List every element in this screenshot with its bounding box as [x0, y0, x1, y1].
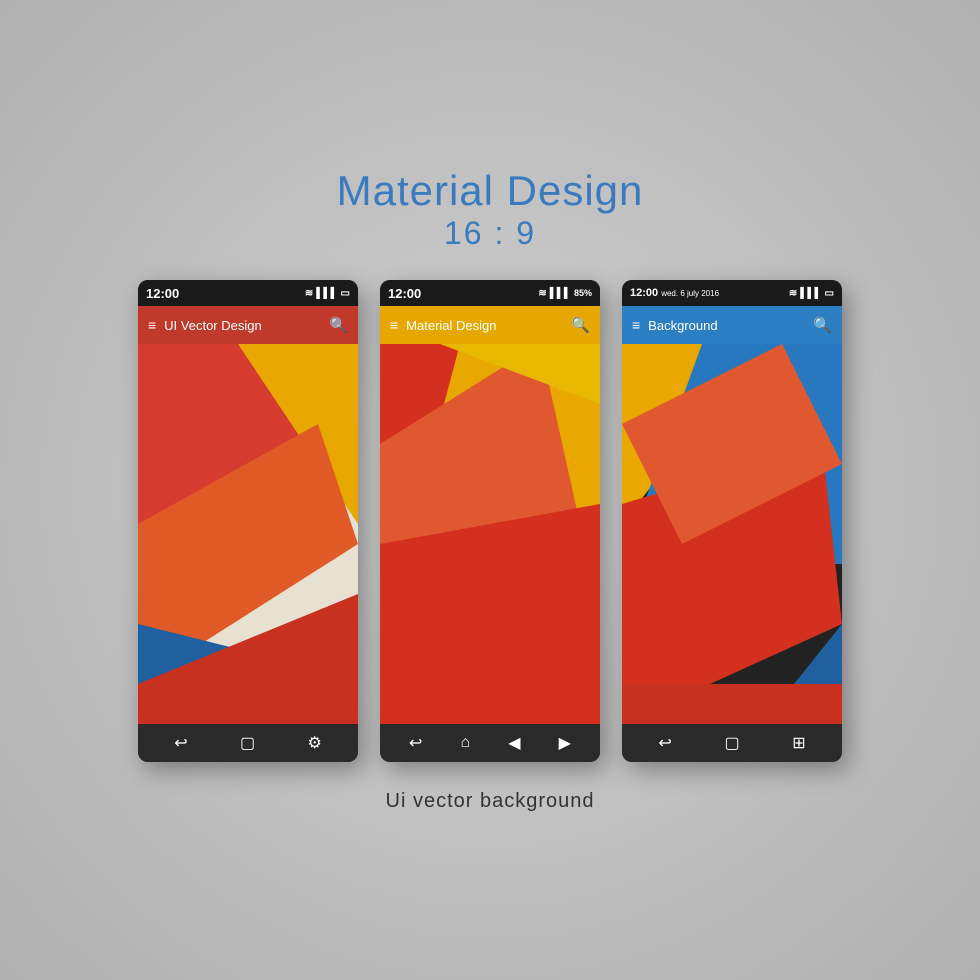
- phone3-nav-bar: ⊞: [622, 724, 842, 762]
- phone1-app-title: UI Vector Design: [164, 318, 329, 333]
- phone-3: 12:00 wed. 6 july 2016 ≋ ▌▌▌ ▭ ≡ Backgro…: [622, 280, 842, 762]
- wifi-icon: ≋: [538, 288, 546, 299]
- phone1-canvas: [138, 344, 358, 724]
- signal-icon: ▌▌▌: [800, 288, 821, 299]
- menu-icon[interactable]: ≡: [390, 317, 398, 333]
- footer-label: Ui vector background: [386, 790, 595, 812]
- phone2-nav-bar: ◀ ▶: [380, 724, 600, 762]
- phone-icon: ▭: [341, 288, 350, 299]
- phone-2: 12:00 ≋ ▌▌▌ 85% ≡ Material Design 🔍: [380, 280, 600, 762]
- recent-icon[interactable]: [240, 733, 255, 753]
- signal-icon: ▌▌▌: [316, 288, 337, 299]
- battery-percent: 85%: [574, 288, 592, 298]
- wifi-icon: ≋: [305, 288, 313, 299]
- phone1-time: 12:00: [146, 286, 179, 301]
- recent-icon[interactable]: [724, 733, 739, 753]
- phones-row: 12:00 ≋ ▌▌▌ ▭ ≡ UI Vector Design 🔍: [138, 280, 842, 762]
- phone1-status-bar: 12:00 ≋ ▌▌▌ ▭: [138, 280, 358, 306]
- battery-icon: ▭: [825, 288, 834, 299]
- phone3-app-bar: ≡ Background 🔍: [622, 306, 842, 344]
- phone3-app-title: Background: [648, 318, 813, 333]
- menu-icon[interactable]: ≡: [632, 317, 640, 333]
- back-icon[interactable]: [658, 733, 671, 753]
- phone3-time: 12:00 wed. 6 july 2016: [630, 287, 719, 299]
- phone1-app-bar: ≡ UI Vector Design 🔍: [138, 306, 358, 344]
- back-icon[interactable]: [409, 733, 422, 753]
- wifi-icon: ≋: [789, 288, 797, 299]
- phone2-time: 12:00: [388, 286, 421, 301]
- phone3-status-icons: ≋ ▌▌▌ ▭: [789, 288, 834, 299]
- page-header: Material Design 16 : 9: [337, 167, 644, 252]
- phone2-canvas: [380, 344, 600, 724]
- phone3-status-bar: 12:00 wed. 6 july 2016 ≋ ▌▌▌ ▭: [622, 280, 842, 306]
- phone2-status-icons: ≋ ▌▌▌ 85%: [538, 288, 592, 299]
- phone2-status-bar: 12:00 ≋ ▌▌▌ 85%: [380, 280, 600, 306]
- phone2-app-title: Material Design: [406, 318, 571, 333]
- phone-1: 12:00 ≋ ▌▌▌ ▭ ≡ UI Vector Design 🔍: [138, 280, 358, 762]
- search-icon[interactable]: 🔍: [329, 316, 348, 334]
- page-footer: Ui vector background: [386, 790, 595, 813]
- search-icon[interactable]: 🔍: [571, 316, 590, 334]
- phone1-status-icons: ≋ ▌▌▌ ▭: [305, 288, 350, 299]
- phone2-app-bar: ≡ Material Design 🔍: [380, 306, 600, 344]
- next-icon[interactable]: ▶: [559, 733, 571, 753]
- phone3-canvas: [622, 344, 842, 724]
- phone1-nav-bar: [138, 724, 358, 762]
- back-icon[interactable]: [174, 733, 187, 753]
- page-subtitle: 16 : 9: [337, 215, 644, 252]
- menu-icon[interactable]: ≡: [148, 317, 156, 333]
- home-icon[interactable]: [461, 734, 471, 752]
- settings-icon[interactable]: [307, 733, 321, 753]
- prev-icon[interactable]: ◀: [508, 733, 520, 753]
- grid-icon[interactable]: ⊞: [792, 733, 805, 753]
- page-title: Material Design: [337, 167, 644, 215]
- signal-icon: ▌▌▌: [550, 288, 571, 299]
- search-icon[interactable]: 🔍: [813, 316, 832, 334]
